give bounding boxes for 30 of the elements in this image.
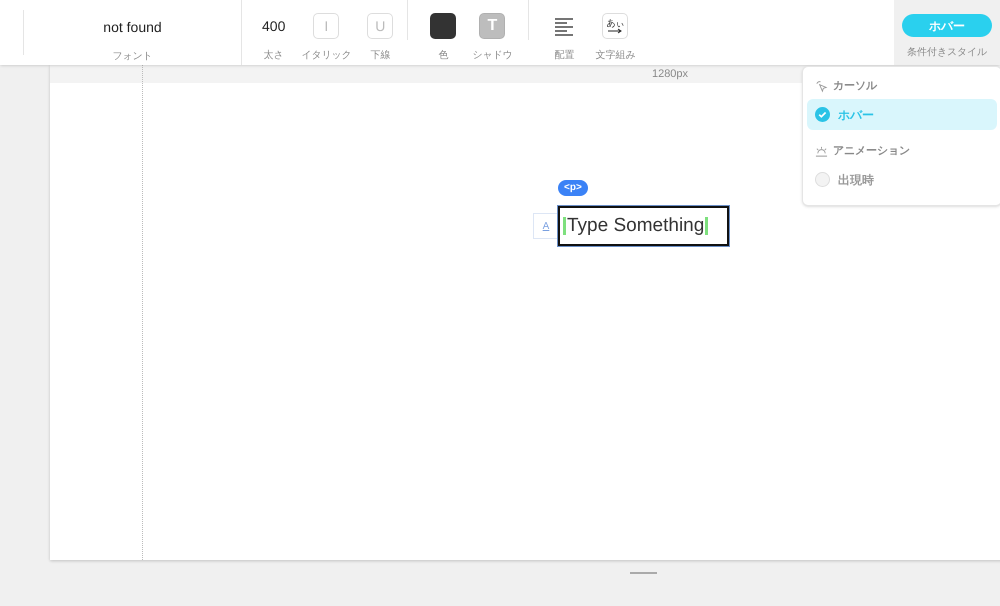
selected-text-element[interactable]: Type Something xyxy=(558,206,729,246)
weight-value[interactable]: 400 xyxy=(262,13,286,39)
typesetting-button[interactable]: あぃ xyxy=(602,13,628,39)
cursor-icon xyxy=(815,80,828,92)
underline-button[interactable]: U xyxy=(367,13,394,39)
paragraph-text: Type Something xyxy=(567,214,704,238)
italic-button[interactable]: I xyxy=(313,13,340,39)
section-title: カーソル xyxy=(833,78,877,94)
check-circle-icon xyxy=(815,107,830,122)
tool-label: イタリック xyxy=(301,49,352,63)
section-title: アニメーション xyxy=(833,144,910,159)
tool-label: 文字組み xyxy=(595,48,636,63)
arrow-right-icon xyxy=(607,28,624,34)
ruler-width-label: 1280px xyxy=(652,67,688,82)
font-value[interactable]: not found xyxy=(103,17,162,38)
tool-label: 太さ xyxy=(264,48,284,63)
tool-label: 条件付きスタイル xyxy=(907,46,987,60)
tool-label: 色 xyxy=(438,49,448,63)
tool-label: 下線 xyxy=(370,49,390,63)
menu-item[interactable]: ホバー xyxy=(807,99,997,130)
menu-item[interactable]: 出現時 xyxy=(807,164,997,195)
sunrise-icon xyxy=(815,144,828,158)
tool-label: シャドウ xyxy=(472,49,512,63)
hover-style-button[interactable]: ホバー xyxy=(902,14,992,37)
tool-label: フォント xyxy=(112,50,152,64)
shadow-button[interactable]: T xyxy=(479,13,506,39)
element-tag: <p> xyxy=(558,180,588,196)
color-swatch[interactable] xyxy=(430,13,456,39)
tool-label: 配置 xyxy=(554,48,574,63)
text-style-handle[interactable]: A xyxy=(533,213,559,239)
